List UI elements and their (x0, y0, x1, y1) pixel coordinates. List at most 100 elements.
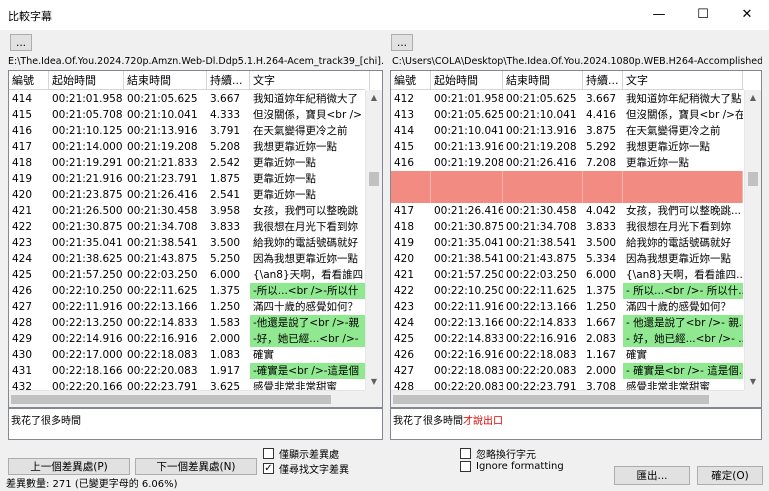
checkbox-box[interactable] (263, 448, 274, 459)
table-cell: 425 (394, 333, 415, 345)
right-horizontal-scrollbar[interactable] (391, 390, 744, 407)
left-vertical-scrollbar[interactable]: ▲ ▼ (365, 90, 382, 390)
table-cell (431, 187, 503, 203)
minimize-icon[interactable]: — (637, 0, 681, 30)
left-detail-text[interactable]: 我花了很多時間 (8, 408, 383, 440)
missing-row[interactable] (391, 171, 743, 187)
column-header[interactable]: 持續... (207, 71, 250, 90)
check-icon[interactable]: ✓ (263, 463, 274, 474)
column-header[interactable]: 編號 (391, 71, 431, 90)
column-header[interactable]: 結束時間 (124, 71, 207, 90)
scroll-thumb[interactable] (11, 395, 331, 404)
table-row[interactable]: 419 00:21:21.916 00:21:23.791 1.875 更靠近妳一點 (9, 171, 370, 187)
table-row[interactable]: 423 00:21:35.041 00:21:38.541 3.500 給我妳的電話號碼… (9, 235, 370, 251)
right-vertical-scrollbar[interactable]: ▲ ▼ (744, 90, 761, 390)
maximize-icon[interactable]: ☐ (681, 0, 725, 30)
scroll-down-icon[interactable]: ▼ (366, 374, 382, 390)
table-row[interactable]: 423 00:22:11.916 00:22:13.166 1.250 滿四十歲的感覺如… (391, 299, 743, 315)
column-header[interactable]: 文字 (623, 71, 743, 90)
table-cell: 3.958 (210, 205, 241, 217)
table-row[interactable]: 418 00:21:30.875 00:21:34.708 3.833 我很想在月光下看… (391, 219, 743, 235)
table-cell: 2.000 (586, 365, 617, 377)
table-row[interactable]: 419 00:21:35.041 00:21:38.541 3.500 給我妳的電話號碼… (391, 235, 743, 251)
table-cell: 滿四十歲的感覺如何？ (626, 301, 731, 313)
table-row[interactable]: 425 00:21:57.250 00:22:03.250 6.000 {\an8}天啊… (9, 267, 370, 283)
scroll-thumb[interactable] (369, 172, 379, 186)
table-row[interactable]: 424 00:21:38.625 00:21:43.875 5.250 因為我想更靠近妳… (9, 251, 370, 267)
next-diff-button[interactable]: 下一個差異處(N) (135, 458, 257, 475)
column-header[interactable]: 持續... (583, 71, 623, 90)
table-cell: 00:21:01.958 (52, 93, 123, 105)
left-browse-button[interactable]: ... (10, 34, 32, 51)
checkbox-box[interactable] (460, 461, 471, 472)
table-cell: 00:21:38.541 (434, 253, 503, 265)
close-icon[interactable]: ✕ (725, 0, 769, 30)
table-cell: 2.541 (210, 189, 241, 201)
table-row[interactable]: 412 00:21:01.958 00:21:05.625 3.667 我知道妳年紀稍微… (391, 91, 743, 107)
table-row[interactable]: 415 00:21:05.708 00:21:10.041 4.333 但沒關係，寶貝<… (9, 107, 370, 123)
table-cell (503, 187, 583, 203)
table-cell: 00:21:14.000 (52, 141, 123, 153)
table-row[interactable]: 430 00:22:17.000 00:22:18.083 1.083 確實 (9, 347, 370, 363)
table-row[interactable]: 422 00:22:10.250 00:22:11.625 1.375 - 所以...<… (391, 283, 743, 299)
table-row[interactable]: 427 00:22:18.083 00:22:20.083 2.000 - 確實是<br… (391, 363, 743, 379)
table-cell: 00:21:10.041 (434, 125, 503, 137)
scroll-thumb[interactable] (748, 172, 758, 186)
table-row[interactable]: 427 00:22:11.916 00:22:13.166 1.250 滿四十歲的感覺如… (9, 299, 370, 315)
table-cell: 00:22:18.166 (52, 365, 123, 377)
table-row[interactable]: 421 00:21:57.250 00:22:03.250 6.000 {\an8}天啊… (391, 267, 743, 283)
table-cell: 00:22:18.083 (506, 349, 577, 361)
table-row[interactable]: 418 00:21:19.291 00:21:21.833 2.542 更靠近妳一點 (9, 155, 370, 171)
table-row[interactable]: 424 00:22:13.166 00:22:14.833 1.667 - 他還是說了<… (391, 315, 743, 331)
table-row[interactable]: 425 00:22:14.833 00:22:16.916 2.083 - 好，她已經.… (391, 331, 743, 347)
table-cell: 給我妳的電話號碼就好 (626, 237, 731, 249)
scroll-up-icon[interactable]: ▲ (366, 90, 382, 106)
table-cell: 414 (394, 125, 415, 137)
table-row[interactable]: 431 00:22:18.166 00:22:20.083 1.917 -確實是<br … (9, 363, 370, 379)
scroll-down-icon[interactable]: ▼ (745, 374, 761, 390)
table-row[interactable]: 422 00:21:30.875 00:21:34.708 3.833 我很想在月光下看… (9, 219, 370, 235)
ok-button[interactable]: 確定(O) (697, 466, 763, 485)
right-detail-text[interactable]: 我花了很多時間才說出口 (390, 408, 762, 440)
table-row[interactable]: 421 00:21:26.500 00:21:30.458 3.958 女孩，我們可以整… (9, 203, 370, 219)
table-row[interactable]: 416 00:21:19.208 00:21:26.416 7.208 更靠近妳一點 (391, 155, 743, 171)
only-text-diff-checkbox[interactable]: ✓ 僅尋找文字差異 (263, 461, 349, 476)
missing-row[interactable] (391, 187, 743, 203)
table-row[interactable]: 426 00:22:10.250 00:22:11.625 1.375 -所以...<b… (9, 283, 370, 299)
left-horizontal-scrollbar[interactable] (9, 390, 365, 407)
left-subtitle-grid[interactable]: 編號 起始時間 結束時間 持續... 文字 414 00:21:01.958 00:21:05… (8, 70, 383, 408)
prev-diff-button[interactable]: 上一個差異處(P) (8, 458, 130, 475)
right-subtitle-grid[interactable]: 編號 起始時間 結束時間 持續... 文字 412 00:21:01.958 00:21:05… (390, 70, 762, 408)
ignore-line-breaks-checkbox[interactable]: 忽略換行字元 (460, 446, 536, 461)
only-show-diff-checkbox[interactable]: 僅顯示差異處 (263, 446, 339, 461)
table-row[interactable]: 414 00:21:01.958 00:21:05.625 3.667 我知道妳年紀稍微… (9, 91, 370, 107)
table-cell: 413 (394, 109, 415, 121)
scroll-up-icon[interactable]: ▲ (745, 90, 761, 106)
column-header[interactable]: 起始時間 (431, 71, 503, 90)
scroll-thumb[interactable] (393, 395, 709, 404)
table-row[interactable]: 420 00:21:23.875 00:21:26.416 2.541 更靠近妳一點 (9, 187, 370, 203)
table-row[interactable]: 415 00:21:13.916 00:21:19.208 5.292 我想更靠近妳一點 (391, 139, 743, 155)
checkbox-box[interactable] (460, 448, 471, 459)
column-header[interactable]: 文字 (250, 71, 370, 90)
column-header[interactable]: 起始時間 (49, 71, 124, 90)
export-button[interactable]: 匯出... (614, 466, 690, 485)
table-row[interactable]: 416 00:21:10.125 00:21:13.916 3.791 在天氣變得更冷之… (9, 123, 370, 139)
column-header[interactable]: 結束時間 (503, 71, 583, 90)
table-row[interactable]: 413 00:21:05.625 00:21:10.041 4.416 但沒關係，寶貝<… (391, 107, 743, 123)
ignore-formatting-checkbox[interactable]: Ignore formatting (460, 461, 564, 472)
table-row[interactable]: 417 00:21:26.416 00:21:30.458 4.042 女孩，我們可以整… (391, 203, 743, 219)
table-cell: 2.000 (210, 333, 241, 345)
table-row[interactable]: 426 00:22:16.916 00:22:18.083 1.167 確實 (391, 347, 743, 363)
table-cell: 414 (12, 93, 33, 105)
table-row[interactable]: 428 00:22:13.250 00:22:14.833 1.583 -他還是說了<b… (9, 315, 370, 331)
table-row[interactable]: 417 00:21:14.000 00:21:19.208 5.208 我想更靠近妳一點 (9, 139, 370, 155)
table-row[interactable]: 429 00:22:14.916 00:22:16.916 2.000 -好，她已經..… (9, 331, 370, 347)
table-cell: 00:22:16.916 (506, 333, 577, 345)
column-header[interactable]: 編號 (9, 71, 49, 90)
table-row[interactable]: 420 00:21:38.541 00:21:43.875 5.334 因為我想更靠近妳… (391, 251, 743, 267)
right-browse-button[interactable]: ... (391, 34, 413, 51)
table-cell: 4.333 (210, 109, 241, 121)
table-row[interactable]: 414 00:21:10.041 00:21:13.916 3.875 在天氣變得更冷之… (391, 123, 743, 139)
table-cell: 420 (12, 189, 33, 201)
